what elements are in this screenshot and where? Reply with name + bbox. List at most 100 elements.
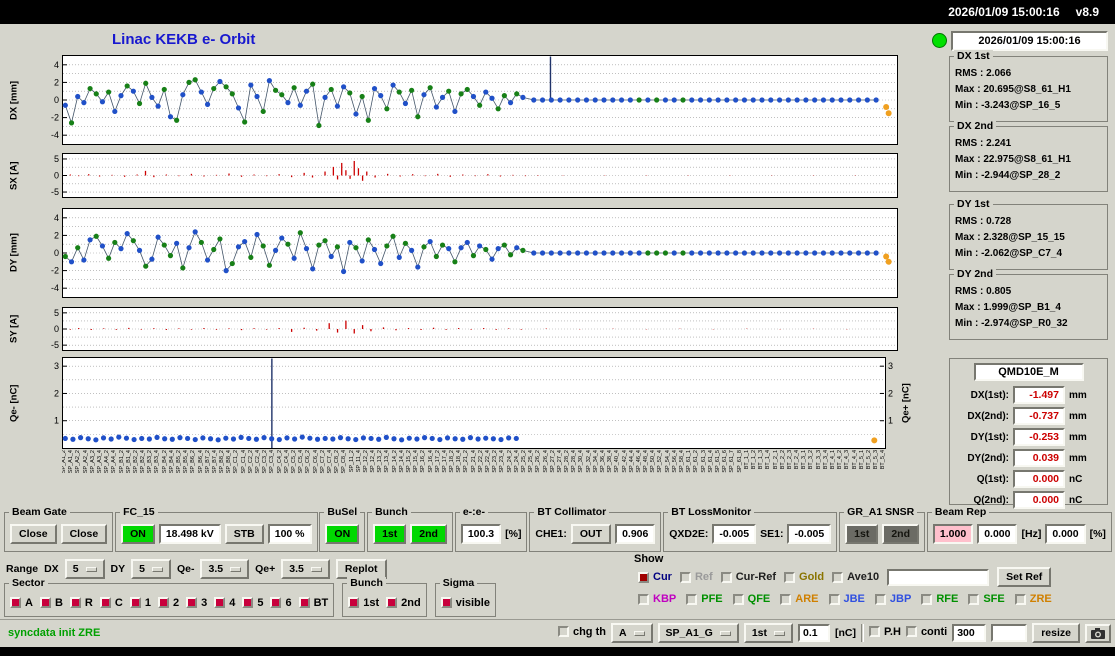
checkbox-RFE[interactable]: RFE [921, 593, 958, 605]
che1-out-button[interactable]: OUT [570, 523, 612, 544]
busel-on-button[interactable]: ON [325, 523, 360, 544]
checkbox-BT[interactable]: BT [298, 597, 328, 609]
checkbox-B[interactable]: B [39, 597, 63, 609]
x-tick-label: SP_42_4 [621, 450, 628, 473]
x-tick-label: BT_2_4 [794, 450, 800, 470]
range-qep-dropdown[interactable]: 3.5 [281, 559, 330, 579]
checkbox-box [905, 626, 917, 637]
beam-gate-close-2-button[interactable]: Close [60, 523, 108, 544]
sector-a-value: A [618, 627, 627, 639]
checkbox-A[interactable]: A [10, 597, 33, 609]
stat-max: Max : 22.975@S8_61_H1 [955, 154, 1071, 165]
checkbox-JBE[interactable]: JBE [828, 593, 865, 605]
checkbox-JBP[interactable]: JBP [874, 593, 911, 605]
checkbox-2nd[interactable]: 2nd [386, 597, 421, 609]
checkbox-Gold[interactable]: Gold [784, 571, 824, 583]
x-tick-label: BT_3_1 [801, 450, 808, 470]
checkbox-visible[interactable]: visible [440, 596, 490, 609]
bunch-1st-button[interactable]: 1st [373, 523, 407, 544]
checkbox-Cur-Ref[interactable]: Cur-Ref [720, 571, 776, 583]
beam-gate-close-1-button[interactable]: Close [10, 523, 57, 544]
checkbox-Ref[interactable]: Ref [679, 571, 713, 583]
stat-min: Min : -2.062@SP_C7_4 [955, 248, 1063, 259]
checkbox-1[interactable]: 1 [129, 597, 151, 609]
checkbox-2[interactable]: 2 [157, 597, 179, 609]
x-tick-label: SP_B7_2 [204, 450, 211, 474]
gr-1st-button[interactable]: 1st [845, 523, 879, 544]
checkbox-box [832, 571, 844, 583]
resize-button[interactable]: resize [1032, 623, 1080, 643]
checkbox-box [921, 593, 933, 605]
gr-2nd-button[interactable]: 2nd [882, 523, 920, 544]
checkbox-R[interactable]: R [69, 597, 93, 609]
screenshot-button[interactable] [1085, 623, 1111, 643]
checkbox-6[interactable]: 6 [270, 597, 292, 609]
option-menu-dash-icon [85, 566, 97, 572]
checkbox-label: chg th [572, 625, 606, 638]
x-tick-label: BT_1_2 [750, 450, 757, 470]
bunch-select-dropdown[interactable]: 1st [743, 623, 794, 643]
checkbox-3[interactable]: 3 [186, 597, 207, 609]
checkbox-box [720, 571, 732, 583]
sx-plot-mount: 5 0 -5 [28, 153, 899, 203]
checkbox-chg th[interactable]: chg th [557, 625, 606, 638]
checkbox-4[interactable]: 4 [214, 597, 235, 609]
ref-name-input[interactable] [887, 568, 990, 586]
svg-text:0: 0 [54, 95, 59, 105]
range-dy-dropdown[interactable]: 5 [131, 559, 171, 579]
checkbox-Ave10[interactable]: Ave10 [832, 571, 879, 583]
checkbox-1st[interactable]: 1st [348, 597, 379, 609]
checkbox-box [157, 597, 169, 608]
checkbox-P.H[interactable]: P.H [869, 626, 901, 638]
x-tick-label: SP_15_2 [405, 450, 412, 473]
checkbox-C[interactable]: C [99, 596, 123, 609]
x-tick-label: SP_C6_2 [305, 450, 312, 474]
stat-group-dx-1st: DX 1st RMS : 2.066 Max : 20.695@S8_61_H1… [949, 50, 1108, 122]
stat-min: Min : -2.974@SP_R0_32 [955, 318, 1068, 329]
range-dx-dropdown[interactable]: 5 [64, 559, 105, 579]
bpm-select-dropdown[interactable]: SP_A1_G [657, 623, 739, 643]
stat-group-dx-2nd: DX 2nd RMS : 2.241 Max : 22.975@S8_61_H1… [949, 120, 1108, 192]
threshold-input[interactable] [798, 624, 831, 642]
x-tick-label: SP_24_4 [513, 450, 520, 473]
checkbox-KBP[interactable]: KBP [638, 593, 676, 605]
checkbox-PFE[interactable]: PFE [686, 593, 723, 605]
checkbox-label: C [114, 596, 123, 609]
checkbox-SFE[interactable]: SFE [968, 593, 1005, 605]
checkbox-label: visible [455, 596, 490, 609]
extra-input[interactable] [991, 624, 1028, 642]
x-tick-label: BT_5_2 [865, 450, 872, 470]
checkbox-QFE[interactable]: QFE [732, 593, 770, 605]
qmd-row-value: -0.253 [1013, 428, 1065, 446]
qmd-row-value: 0.000 [1013, 491, 1065, 509]
checkbox-5[interactable]: 5 [242, 597, 263, 609]
checkbox-ARE[interactable]: ARE [780, 593, 819, 605]
checkbox-label: Ref [694, 571, 713, 583]
svg-text:-4: -4 [51, 130, 59, 140]
qmd-row-value: -1.497 [1013, 386, 1065, 404]
stat-max: Max : 20.695@S8_61_H1 [955, 84, 1071, 95]
qxd2e-value: -0.005 [712, 523, 757, 544]
range-qem-dropdown[interactable]: 3.5 [200, 559, 250, 579]
set-ref-button[interactable]: Set Ref [997, 567, 1052, 587]
interval-input[interactable] [952, 624, 987, 642]
x-tick-label: SP_48_4 [643, 450, 650, 473]
show-row-2: KBP PFE QFE ARE JBE JBP RFE SFE ZRE [638, 593, 1052, 605]
qmd-row-value: -0.737 [1013, 407, 1065, 425]
qmd-row-label: DY(2nd): [967, 452, 1009, 464]
sector-a-dropdown[interactable]: A [610, 623, 653, 643]
bunch-2nd-button[interactable]: 2nd [410, 523, 447, 544]
x-tick-label: SP_C7_2 [319, 450, 326, 474]
qmd-row-unit: nC [1069, 473, 1083, 485]
stat-max: Max : 1.999@SP_B1_4 [955, 302, 1061, 313]
x-tick-label: SP_26_4 [542, 450, 549, 473]
replot-button[interactable]: Replot [335, 559, 387, 579]
x-tick-label: SP_13_4 [384, 450, 391, 473]
fc15-on-button[interactable]: ON [121, 523, 155, 544]
x-tick-label: SP_A1_2 [62, 450, 67, 474]
checkbox-Cur[interactable]: Cur [638, 571, 672, 583]
fc15-stb-button[interactable]: STB [224, 523, 264, 544]
range-qem-value: 3.5 [208, 563, 224, 575]
checkbox-conti[interactable]: conti [905, 626, 947, 638]
checkbox-ZRE[interactable]: ZRE [1014, 593, 1052, 605]
